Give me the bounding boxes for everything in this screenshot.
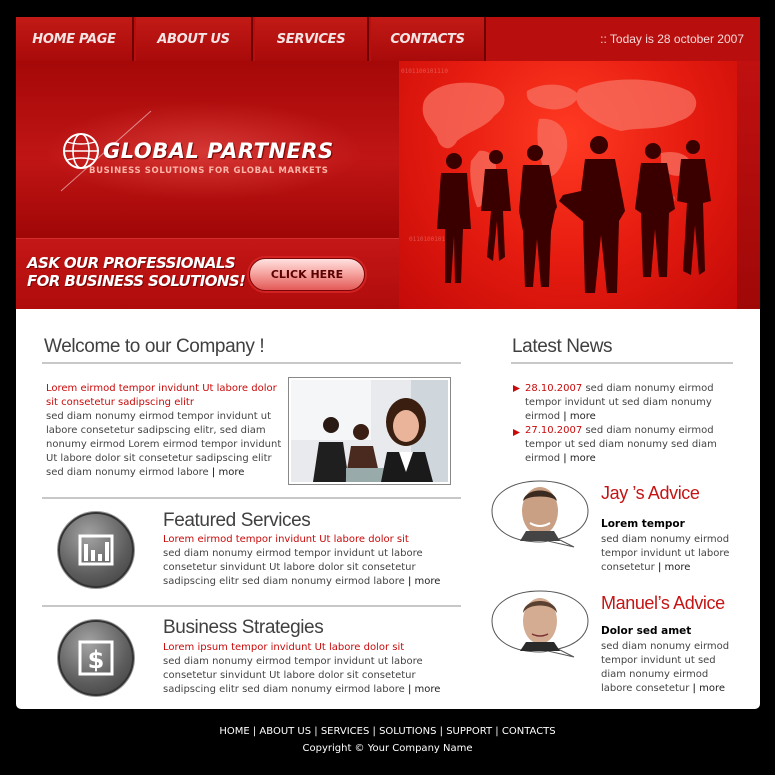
footer-link-solutions[interactable]: SOLUTIONS — [379, 726, 436, 737]
svg-text:0101100101110: 0101100101110 — [401, 68, 448, 75]
news-item: 27.10.2007 sed diam nonumy eirmod tempor… — [525, 425, 717, 464]
manuel-avatar — [491, 590, 589, 658]
welcome-more-link[interactable]: more — [218, 467, 244, 478]
strategies-lead: Lorem ipsum tempor invidunt Ut labore do… — [163, 642, 405, 653]
manuel-advice-heading: Dolor sed amet — [601, 625, 692, 637]
today-date: :: Today is 28 october 2007 — [600, 32, 744, 46]
manuel-advice-title: Manuel’s Advice — [601, 593, 725, 613]
footer-link-home[interactable]: HOME — [219, 726, 249, 737]
click-here-label: CLICK HERE — [270, 268, 344, 281]
team-photo — [288, 377, 451, 485]
bar-chart-glyph — [78, 534, 114, 566]
featured-services-text: Lorem eirmod tempor invidunt Ut labore d… — [163, 534, 441, 587]
welcome-body: sed diam nonumy eirmod tempor invidunt u… — [46, 411, 282, 478]
welcome-lead: Lorem eirmod tempor invidunt Ut labore d… — [46, 383, 277, 408]
header-right-strip — [737, 61, 760, 309]
dollar-glyph: $ — [78, 640, 114, 676]
chart-icon — [58, 512, 134, 588]
svg-text:$: $ — [88, 646, 105, 674]
latest-news-title: Latest News — [512, 336, 613, 357]
ask-line-2: FOR BUSINESS SOLUTIONS! — [27, 272, 246, 290]
strategies-more-link[interactable]: more — [415, 684, 441, 695]
nav-about-us[interactable]: ABOUT US — [136, 17, 253, 61]
footer-navigation: HOME | ABOUT US | SERVICES | SOLUTIONS |… — [219, 726, 556, 737]
footer-link-contacts[interactable]: CONTACTS — [502, 726, 556, 737]
news-item: 28.10.2007 sed diam nonumy eirmod tempor… — [525, 383, 714, 422]
welcome-title: Welcome to our Company ! — [44, 336, 265, 357]
top-navigation: HOME PAGE ABOUT US SERVICES CONTACTS :: … — [16, 17, 760, 61]
nav-contacts-label: CONTACTS — [390, 31, 465, 47]
featured-services-title: Featured Services — [163, 510, 311, 531]
business-strategies-title: Business Strategies — [163, 617, 324, 638]
news-arrow-icon — [513, 385, 520, 392]
manuel-advice-text: sed diam nonumy eirmod tempor invidunt u… — [601, 641, 730, 694]
featured-divider — [42, 605, 461, 607]
nav-about-us-label: ABOUT US — [157, 31, 230, 47]
header-banner: GLOBAL PARTNERS BUSINESS SOLUTIONS FOR G… — [16, 61, 760, 309]
featured-lead: Lorem eirmod tempor invidunt Ut labore d… — [163, 534, 409, 545]
nav-services-label: SERVICES — [276, 31, 346, 47]
team-photo-illustration — [291, 380, 448, 482]
logo-panel: GLOBAL PARTNERS BUSINESS SOLUTIONS FOR G… — [16, 61, 400, 239]
footer-link-services[interactable]: SERVICES — [321, 726, 370, 737]
copyright: Copyright © Your Company Name — [302, 743, 473, 754]
jay-advice-text: sed diam nonumy eirmod tempor invidunt u… — [601, 534, 730, 573]
jay-avatar — [491, 480, 589, 548]
news-more-link[interactable]: more — [570, 411, 596, 422]
ask-professionals-text: ASK OUR PROFESSIONALS FOR BUSINESS SOLUT… — [27, 254, 246, 290]
strategies-body: sed diam nonumy eirmod tempor invidunt u… — [163, 656, 423, 695]
footer-link-about-us[interactable]: ABOUT US — [259, 726, 311, 737]
ask-line-1: ASK OUR PROFESSIONALS — [27, 254, 236, 272]
dollar-icon: $ — [58, 620, 134, 696]
welcome-divider — [42, 362, 461, 364]
logo-subtitle: BUSINESS SOLUTIONS FOR GLOBAL MARKETS — [89, 166, 329, 176]
news-date: 27.10.2007 — [525, 425, 583, 436]
jay-more-link[interactable]: more — [665, 562, 691, 573]
nav-home-page-label: HOME PAGE — [32, 31, 116, 47]
logo-title: GLOBAL PARTNERS — [103, 139, 334, 163]
business-people-image: 0101100101110 1010001110101 011010010110… — [399, 61, 737, 309]
business-strategies-text: Lorem ipsum tempor invidunt Ut labore do… — [163, 642, 441, 695]
welcome-text: Lorem eirmod tempor invidunt Ut labore d… — [46, 383, 282, 478]
news-divider — [511, 362, 733, 364]
manuel-more-link[interactable]: more — [699, 683, 725, 694]
welcome-bottom-divider — [42, 497, 461, 499]
main-content: Welcome to our Company ! Lorem eirmod te… — [16, 309, 760, 709]
click-here-button[interactable]: CLICK HERE — [249, 258, 365, 291]
news-more-link[interactable]: more — [570, 453, 596, 464]
jay-advice-title: Jay ’s Advice — [601, 483, 700, 503]
footer-link-support[interactable]: SUPPORT — [446, 726, 492, 737]
news-date: 28.10.2007 — [525, 383, 583, 394]
world-map-illustration: 0101100101110 1010001110101 011010010110… — [401, 68, 711, 293]
nav-home-page[interactable]: HOME PAGE — [16, 17, 134, 61]
nav-services[interactable]: SERVICES — [255, 17, 369, 61]
jay-advice-heading: Lorem tempor — [601, 518, 685, 530]
nav-contacts[interactable]: CONTACTS — [371, 17, 486, 61]
featured-more-link[interactable]: more — [415, 576, 441, 587]
featured-body: sed diam nonumy eirmod tempor invidunt u… — [163, 548, 423, 587]
news-arrow-icon — [513, 429, 520, 436]
